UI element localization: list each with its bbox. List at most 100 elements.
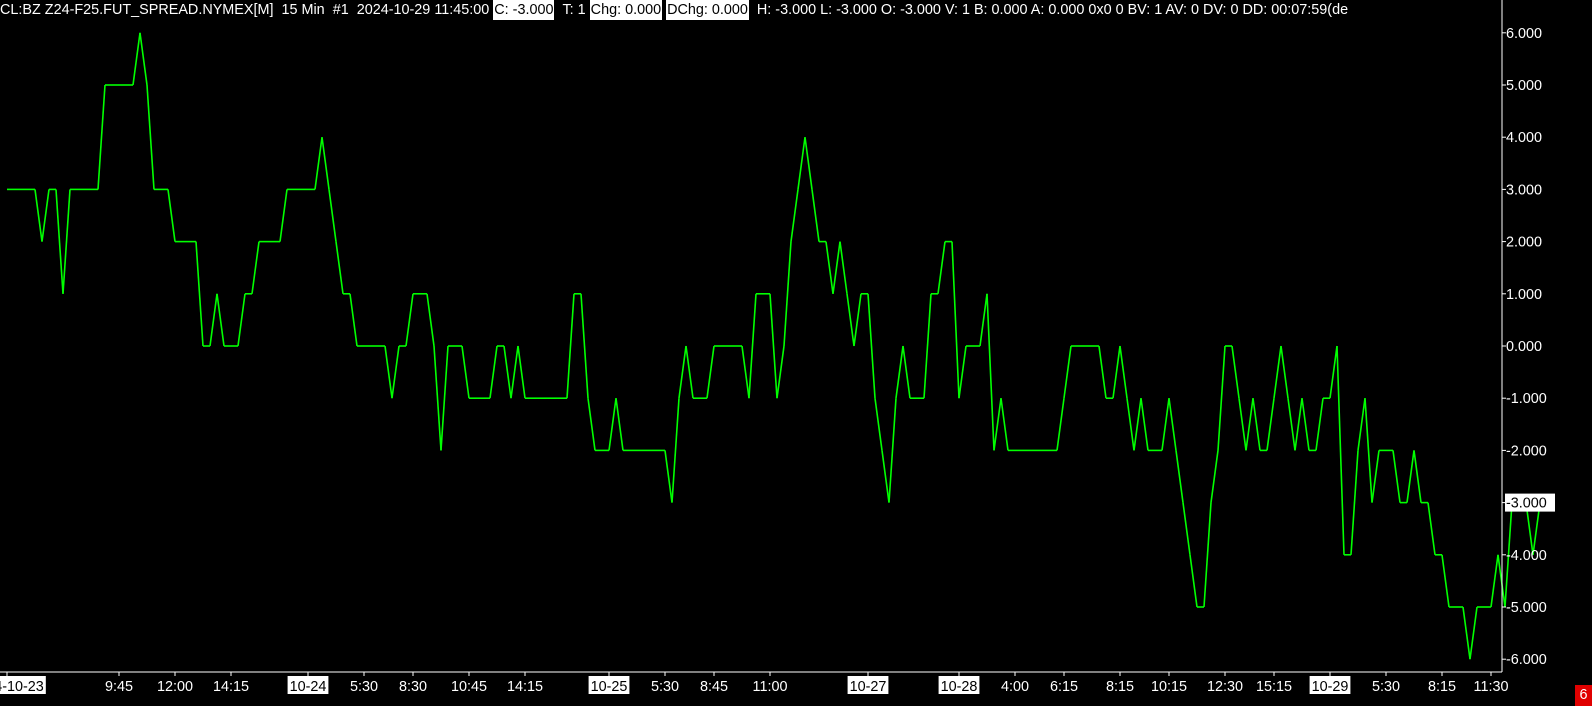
price-tick-label: 5.000 (1506, 78, 1542, 94)
last-price-label: -3.000 (1506, 496, 1547, 512)
time-tick-label: 11:30 (1474, 679, 1509, 695)
price-segment (384, 345, 393, 399)
price-segment (1119, 345, 1128, 399)
price-segment (811, 189, 820, 242)
price-segment (1056, 398, 1065, 451)
time-tick-label: 14:15 (507, 679, 543, 695)
price-segment (769, 293, 778, 399)
date-tick-label: 10-24 (290, 679, 327, 695)
price-segment (328, 189, 337, 242)
price-segment (251, 241, 260, 294)
price-segment (314, 137, 323, 190)
price-area (7, 32, 1547, 660)
price-segment (55, 189, 64, 294)
price-segment (615, 398, 624, 451)
price-segment (1168, 398, 1177, 451)
price-tick-label: 3.000 (1506, 182, 1542, 198)
price-chart[interactable]: 6.000 5.000 4.000 3.000 2.000 1.000 0.000 -1.00… (0, 0, 1592, 706)
price-segment (1490, 554, 1499, 608)
price-segment (783, 241, 792, 347)
price-segment (335, 241, 344, 294)
price-segment (1427, 502, 1436, 555)
time-tick-label: 15:15 (1256, 679, 1292, 695)
price-segment (951, 241, 960, 399)
price-segment (1336, 345, 1345, 555)
price-segment (1364, 398, 1373, 503)
time-tick-label: 6:15 (1050, 679, 1078, 695)
price-segment (1350, 450, 1359, 555)
price-segment (832, 241, 841, 294)
price-segment (1133, 398, 1142, 451)
price-segment (825, 241, 834, 294)
price-segment (741, 345, 750, 399)
time-tick-label: 12:00 (157, 679, 193, 695)
price-segment (1315, 398, 1324, 451)
price-axis[interactable]: 6.000 5.000 4.000 3.000 2.000 1.000 0.000 -1.00… (1501, 0, 1555, 672)
price-segment (797, 137, 806, 190)
price-tick-label: 4.000 (1506, 130, 1542, 146)
price-segment (1406, 450, 1415, 503)
price-segment (1210, 450, 1219, 503)
price-segment (1413, 450, 1422, 503)
price-segment (34, 189, 43, 242)
price-segment (237, 293, 246, 347)
time-tick-label: 8:15 (1428, 679, 1456, 695)
price-segment (1000, 398, 1009, 451)
date-tick-label: 10-27 (850, 679, 887, 695)
price-segment (895, 345, 904, 399)
price-segment (132, 32, 141, 86)
price-segment (958, 345, 967, 399)
price-segment (1280, 345, 1289, 399)
price-segment (41, 189, 50, 242)
time-tick-label: 12:30 (1207, 679, 1243, 695)
price-segment (748, 293, 757, 399)
price-segment (664, 450, 673, 503)
price-segment (874, 398, 883, 451)
price-segment (1371, 450, 1380, 503)
price-segment (139, 32, 148, 86)
price-tick-label: -4.000 (1506, 548, 1547, 564)
price-segment (1294, 398, 1303, 451)
price-segment (1266, 398, 1275, 451)
price-segment (1462, 606, 1471, 660)
price-segment (587, 398, 596, 451)
time-tick-label: 5:30 (651, 679, 679, 695)
price-segment (461, 345, 470, 399)
price-segment (881, 450, 890, 503)
price-segment (1469, 606, 1478, 660)
price-segment (433, 345, 442, 451)
price-segment (1273, 345, 1282, 399)
price-segment (671, 398, 680, 503)
price-segment (853, 293, 862, 347)
price-segment (1161, 398, 1170, 451)
time-tick-label: 5:30 (1372, 679, 1400, 695)
price-segment (216, 293, 225, 347)
price-segment (776, 345, 785, 399)
price-segment (391, 345, 400, 399)
price-segment (510, 345, 519, 399)
price-tick-label: -2.000 (1506, 443, 1547, 459)
price-segment (580, 293, 589, 399)
price-tick-label: 0.000 (1506, 339, 1542, 355)
price-tick-label: -5.000 (1506, 600, 1547, 616)
time-axis[interactable]: 2024-10-23 9:45 12:00 14:15 10-24 5:30 8:30 10:… (0, 671, 1509, 695)
price-segment (902, 345, 911, 399)
time-tick-label: 5:30 (350, 679, 378, 695)
date-tick-label: 10-29 (1312, 679, 1349, 695)
time-tick-label: 14:15 (213, 679, 249, 695)
price-segment (489, 345, 498, 399)
price-segment (1063, 345, 1072, 399)
price-segment (790, 189, 799, 242)
price-segment (1287, 398, 1296, 451)
price-segment (1252, 398, 1261, 451)
price-segment (167, 189, 176, 242)
price-segment (1182, 502, 1191, 555)
price-tick-label: 2.000 (1506, 235, 1542, 251)
price-segment (440, 345, 449, 451)
date-tick-label: 10-25 (591, 679, 628, 695)
price-segment (195, 241, 204, 347)
price-segment (1238, 398, 1247, 451)
date-tick-label: 2024-10-23 (0, 679, 44, 695)
price-segment (1301, 398, 1310, 451)
time-tick-label: 8:15 (1106, 679, 1134, 695)
